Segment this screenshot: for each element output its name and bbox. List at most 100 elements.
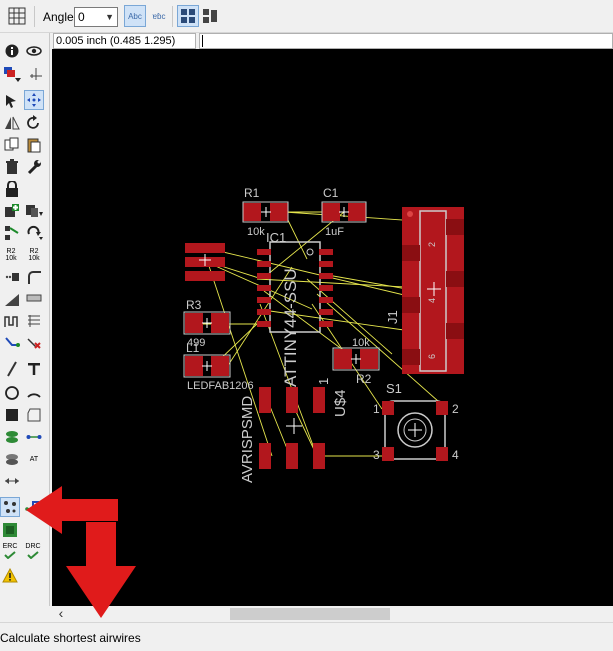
align-offset-icon[interactable] (199, 5, 221, 27)
text-caret (202, 35, 203, 47)
lock-icon[interactable] (2, 179, 22, 199)
r2-component[interactable]: 10k R2 (332, 337, 380, 386)
fanout-icon[interactable] (2, 333, 22, 353)
spin-text-button[interactable]: ɐɓc (148, 5, 170, 27)
split-icon[interactable] (2, 223, 22, 243)
c1-value: 1uF (325, 226, 344, 238)
c1-component[interactable]: C1 1uF (321, 186, 367, 238)
ratsnest-remove-icon[interactable] (24, 333, 44, 353)
replace-icon[interactable] (24, 201, 44, 221)
avrisp-component[interactable]: AVRISPSMD U$4 1 (239, 378, 349, 483)
delete-icon[interactable] (2, 157, 22, 177)
value-icon-value: 10k (5, 255, 17, 262)
l1-component[interactable]: L1 LEDFAB1206 (183, 341, 254, 392)
grid-icon[interactable] (6, 5, 28, 27)
route-icon[interactable] (2, 289, 22, 309)
command-line-input[interactable] (199, 33, 613, 49)
polygon-icon[interactable] (24, 405, 44, 425)
r1-name: R1 (244, 186, 260, 200)
s1-pin-3: 3 (373, 448, 380, 462)
dimension-icon[interactable] (2, 471, 22, 491)
attribute-icon-label: AT (29, 455, 39, 463)
ic1-value: ATTINY44-SSU (281, 268, 300, 387)
errors-icon[interactable] (0, 565, 20, 585)
ratsnest-icon[interactable] (0, 497, 20, 517)
text-icon[interactable] (24, 359, 44, 379)
r2-value: 10k (352, 337, 370, 349)
add-icon[interactable] (2, 201, 22, 221)
j1-name: J1 (385, 310, 400, 324)
drc-icon[interactable]: DRC (23, 541, 43, 561)
l1-name: L1 (186, 341, 200, 355)
ripup-icon[interactable] (24, 289, 44, 309)
s1-pin-4: 4 (452, 448, 459, 462)
l1-value: LEDFAB1206 (187, 380, 254, 392)
u4-pin-1: 1 (316, 378, 331, 385)
status-text: Calculate shortest airwires (0, 631, 141, 645)
paste-icon[interactable] (24, 135, 44, 155)
r1-value: 10k (247, 226, 265, 238)
via-icon[interactable] (2, 427, 22, 447)
mirror-text-button[interactable]: Abc (124, 5, 146, 27)
chevron-down-icon: ▼ (105, 12, 114, 22)
toolbar-divider (34, 6, 35, 27)
spin-text-label: ɐɓc (152, 11, 166, 21)
c1-name: C1 (323, 186, 339, 200)
info-icon[interactable] (2, 41, 22, 61)
j1-component[interactable]: J1 2 4 6 (385, 207, 464, 374)
toolbar-divider (172, 6, 173, 27)
coordinate-bar: 0.005 inch (0.485 1.295) (52, 33, 613, 49)
value-icon-label: R2 (6, 248, 16, 255)
annotation-arrow-down (66, 522, 136, 618)
circle-icon[interactable] (2, 383, 22, 403)
mirror-icon[interactable] (2, 113, 22, 133)
layer-display-icon[interactable] (2, 64, 22, 84)
mirror-text-label: Abc (128, 11, 142, 21)
optimize-icon[interactable] (24, 223, 44, 243)
name-icon-label: R2 (29, 248, 39, 255)
airwire (263, 290, 348, 354)
name-icon[interactable]: R2 10k (24, 245, 44, 265)
j1-pin-4: 4 (427, 298, 437, 303)
value-icon[interactable]: R2 10k (1, 245, 21, 265)
hole-icon[interactable] (2, 449, 22, 469)
avrisp-name: AVRISPSMD (239, 396, 256, 483)
left-pad-group[interactable] (185, 243, 225, 281)
angle-label: Angle: (43, 10, 78, 24)
s1-component[interactable]: S1 1 2 3 4 (373, 381, 459, 462)
j1-pin-2: 2 (427, 242, 437, 247)
mark-icon[interactable] (26, 64, 46, 84)
miter-icon[interactable] (24, 267, 44, 287)
show-icon[interactable] (24, 41, 44, 61)
r2-name: R2 (356, 372, 372, 386)
copy-icon[interactable] (2, 135, 22, 155)
angle-select[interactable]: 0 ▼ (74, 7, 118, 27)
s1-pin-2: 2 (452, 402, 459, 416)
u4-name: U$4 (332, 389, 349, 417)
erc-icon[interactable]: ERC (0, 541, 20, 561)
top-toolbar: Angle: 0 ▼ Abc ɐɓc (0, 0, 613, 33)
rotate-icon[interactable] (24, 113, 44, 133)
signal-icon[interactable] (24, 427, 44, 447)
wire-icon[interactable] (2, 359, 22, 379)
smash-icon[interactable] (2, 267, 22, 287)
rect-icon[interactable] (2, 405, 22, 425)
lines-icon[interactable] (24, 311, 44, 331)
angle-value: 0 (78, 10, 85, 24)
attribute-icon[interactable]: AT (24, 449, 44, 469)
meander-icon[interactable] (2, 311, 22, 331)
wrench-icon[interactable] (24, 157, 44, 177)
erc-label: ERC (2, 543, 18, 550)
ic1-component[interactable]: IC1 ATTINY44-SSU (257, 230, 333, 387)
s1-pin-1: 1 (373, 402, 380, 416)
align-grid-icon[interactable] (177, 5, 199, 27)
arc-icon[interactable] (24, 383, 44, 403)
ic1-name: IC1 (266, 230, 286, 245)
grid-pcb-icon[interactable] (0, 520, 20, 540)
j1-pin-6: 6 (427, 354, 437, 359)
s1-name: S1 (386, 381, 402, 396)
scrollbar-thumb[interactable] (230, 608, 390, 620)
drc-label: DRC (25, 543, 41, 550)
move-icon[interactable] (24, 90, 44, 110)
select-arrow-icon[interactable] (2, 91, 22, 111)
